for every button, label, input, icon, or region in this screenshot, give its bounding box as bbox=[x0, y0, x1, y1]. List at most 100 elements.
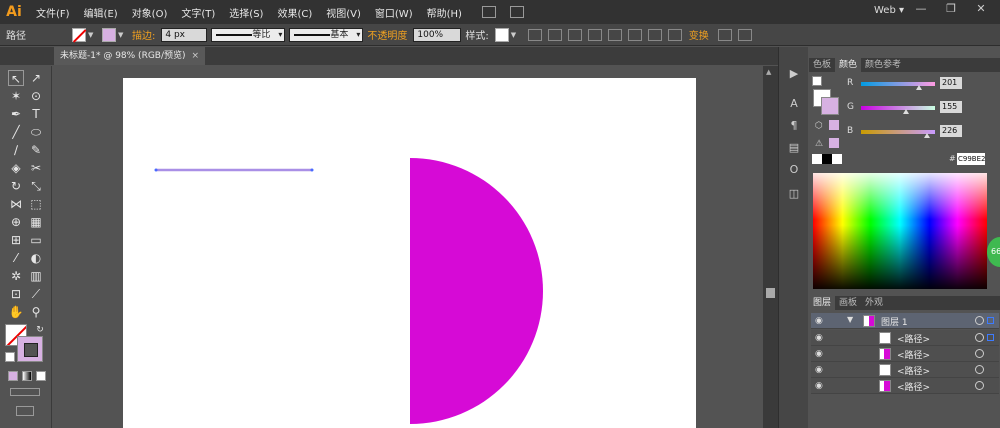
red-slider[interactable]: R 201 bbox=[809, 76, 1000, 92]
vertical-scrollbar[interactable]: ▲ bbox=[763, 66, 778, 428]
tab-layers[interactable]: 图层 bbox=[809, 296, 836, 310]
brush-definition[interactable]: 基本 bbox=[289, 27, 364, 42]
menu-type[interactable]: 文字(T) bbox=[181, 5, 215, 20]
align-to-icon[interactable] bbox=[547, 28, 562, 41]
layer-name[interactable]: <路径> bbox=[897, 348, 930, 361]
stroke-color-box[interactable] bbox=[17, 336, 43, 362]
hand-tool-icon[interactable]: ✋ bbox=[8, 304, 24, 320]
variable-width-profile[interactable]: 等比 bbox=[211, 27, 286, 42]
character-panel-icon[interactable]: A bbox=[787, 97, 801, 111]
layer-row[interactable]: ◉ <路径> bbox=[811, 330, 999, 346]
menu-effect[interactable]: 效果(C) bbox=[277, 5, 312, 20]
paintbrush-tool-icon[interactable]: ∕ bbox=[8, 142, 24, 158]
chevron-down-icon[interactable]: ▼ bbox=[118, 28, 128, 42]
menu-object[interactable]: 对象(O) bbox=[132, 5, 168, 20]
selection-tool-icon[interactable]: ↖ bbox=[8, 70, 24, 86]
tab-appearance[interactable]: 外观 bbox=[861, 296, 887, 310]
swap-colors-icon[interactable]: ↻ bbox=[32, 322, 48, 338]
recolor-icon[interactable] bbox=[527, 28, 542, 41]
align-top-icon[interactable] bbox=[627, 28, 642, 41]
expand-panels-icon[interactable]: ▶ bbox=[787, 67, 801, 81]
column-graph-tool-icon[interactable]: ▥ bbox=[28, 268, 44, 284]
free-transform-tool-icon[interactable]: ⬚ bbox=[28, 196, 44, 212]
opacity-label[interactable]: 不透明度 bbox=[367, 27, 407, 42]
scrollbar-thumb[interactable] bbox=[766, 288, 775, 298]
stroke-label[interactable]: 描边: bbox=[132, 27, 155, 42]
line-tool-icon[interactable]: ╱ bbox=[8, 124, 24, 140]
paragraph-panel-icon[interactable]: ¶ bbox=[787, 119, 801, 133]
tab-color[interactable]: 颜色 bbox=[835, 58, 862, 72]
eye-icon[interactable]: ◉ bbox=[815, 365, 825, 375]
pencil-tool-icon[interactable]: ✎ bbox=[28, 142, 44, 158]
lasso-tool-icon[interactable]: ⊙ bbox=[28, 88, 44, 104]
color-spectrum[interactable] bbox=[813, 173, 987, 289]
close-button[interactable]: ✕ bbox=[966, 0, 996, 18]
draw-mode-icon[interactable] bbox=[10, 388, 40, 396]
menu-edit[interactable]: 编辑(E) bbox=[84, 5, 118, 20]
tab-artboards[interactable]: 画板 bbox=[835, 296, 861, 310]
half-circle-path[interactable] bbox=[410, 158, 543, 424]
document-tab[interactable]: 未标题-1* @ 98% (RGB/预览) × bbox=[54, 47, 206, 65]
transform-link[interactable]: 变换 bbox=[689, 27, 709, 42]
red-track[interactable] bbox=[861, 82, 935, 86]
color-mode-icon[interactable] bbox=[8, 371, 18, 381]
layer-name[interactable]: <路径> bbox=[897, 364, 930, 377]
anchor-point[interactable] bbox=[154, 168, 158, 172]
magic-wand-tool-icon[interactable]: ✶ bbox=[8, 88, 24, 104]
eye-icon[interactable]: ◉ bbox=[815, 333, 825, 343]
opentype-panel-icon[interactable]: O bbox=[787, 163, 801, 177]
shape-builder-tool-icon[interactable]: ⊕ bbox=[8, 214, 24, 230]
none-mode-icon[interactable] bbox=[36, 371, 46, 381]
screen-mode-icon[interactable] bbox=[16, 406, 34, 416]
menu-help[interactable]: 帮助(H) bbox=[427, 5, 462, 20]
tab-swatches[interactable]: 色板 bbox=[809, 58, 835, 72]
symbol-sprayer-tool-icon[interactable]: ✲ bbox=[8, 268, 24, 284]
scissors-tool-icon[interactable]: ✂ bbox=[28, 160, 44, 176]
blue-knob[interactable] bbox=[923, 133, 930, 138]
blue-value[interactable]: 226 bbox=[940, 125, 962, 137]
menu-select[interactable]: 选择(S) bbox=[229, 5, 263, 20]
green-track[interactable] bbox=[861, 106, 935, 110]
expand-triangle-icon[interactable]: ▼ bbox=[847, 315, 853, 324]
layer-name[interactable]: <路径> bbox=[897, 380, 930, 393]
type-tool-icon[interactable]: T bbox=[28, 106, 44, 122]
pen-tool-icon[interactable]: ✒ bbox=[8, 106, 24, 122]
align-middle-icon[interactable] bbox=[647, 28, 662, 41]
ellipse-tool-icon[interactable]: ⬭ bbox=[28, 124, 44, 140]
anchor-point[interactable] bbox=[310, 168, 314, 172]
red-value[interactable]: 201 bbox=[940, 77, 962, 89]
direct-selection-tool-icon[interactable]: ↗ bbox=[28, 70, 44, 86]
eye-icon[interactable]: ◉ bbox=[815, 349, 825, 359]
layer-row[interactable]: ◉ ▼ 图层 1 bbox=[811, 313, 999, 329]
maximize-button[interactable]: ❐ bbox=[936, 0, 966, 18]
scroll-up-icon[interactable]: ▲ bbox=[766, 68, 771, 76]
layer-row[interactable]: ◉ <路径> bbox=[811, 346, 999, 362]
green-value[interactable]: 155 bbox=[940, 101, 962, 113]
workspace-switcher[interactable]: Web ▾ bbox=[874, 5, 904, 16]
align-right-icon[interactable] bbox=[607, 28, 622, 41]
eye-icon[interactable]: ◉ bbox=[815, 381, 825, 391]
stroke-weight-field[interactable]: 4 px bbox=[161, 27, 208, 42]
slice-tool-icon[interactable]: ⟋ bbox=[28, 286, 44, 302]
selection-indicator[interactable] bbox=[987, 317, 994, 324]
gradient-tool-icon[interactable]: ▭ bbox=[28, 232, 44, 248]
menu-file[interactable]: 文件(F) bbox=[36, 5, 70, 20]
rotate-tool-icon[interactable]: ↻ bbox=[8, 178, 24, 194]
gradient-mode-icon[interactable] bbox=[22, 371, 32, 381]
artboard-tool-icon[interactable]: ⊡ bbox=[8, 286, 24, 302]
default-colors-icon[interactable] bbox=[5, 352, 15, 362]
eyedropper-tool-icon[interactable]: ⁄ bbox=[8, 250, 24, 266]
scale-tool-icon[interactable]: ⤡ bbox=[28, 178, 44, 194]
pathfinder-panel-icon[interactable]: ◫ bbox=[787, 187, 801, 201]
isolate-icon[interactable] bbox=[717, 28, 732, 41]
blend-tool-icon[interactable]: ◐ bbox=[28, 250, 44, 266]
layer-name[interactable]: 图层 1 bbox=[881, 315, 908, 328]
red-knob[interactable] bbox=[916, 85, 923, 90]
tab-color-guide[interactable]: 颜色参考 bbox=[861, 58, 905, 72]
align-left-icon[interactable] bbox=[567, 28, 582, 41]
white-color-icon[interactable] bbox=[832, 154, 842, 164]
eye-icon[interactable]: ◉ bbox=[815, 316, 825, 326]
align-bottom-icon[interactable] bbox=[667, 28, 682, 41]
graphic-style-swatch[interactable] bbox=[494, 27, 509, 42]
bridge-icon[interactable] bbox=[481, 6, 496, 18]
